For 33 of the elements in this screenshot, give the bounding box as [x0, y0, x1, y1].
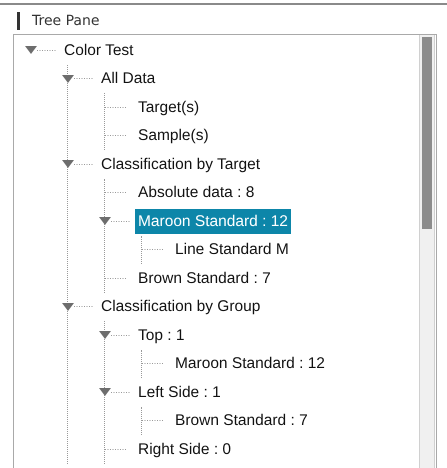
- tree-item[interactable]: Maroon Standard : 12: [172, 351, 328, 376]
- tree-item[interactable]: Brown Standard : 7: [172, 408, 311, 434]
- connector-line: [37, 48, 57, 52]
- connector-line: [74, 305, 94, 308]
- tree-item[interactable]: Brown Standard : 7: [135, 266, 274, 291]
- tree-item[interactable]: Absolute data : 8: [135, 180, 258, 206]
- expanded-arrow-icon[interactable]: [99, 387, 111, 398]
- expanded-arrow-icon[interactable]: [62, 302, 74, 312]
- header-marker: [17, 12, 20, 30]
- expanded-arrow-icon[interactable]: [25, 45, 37, 56]
- expanded-arrow-icon[interactable]: [99, 216, 111, 226]
- scrollbar-thumb[interactable]: [422, 37, 432, 229]
- tree-item[interactable]: All Data: [98, 66, 158, 92]
- connector-line: [111, 390, 131, 394]
- tree-item[interactable]: Left Side : 1: [135, 380, 224, 405]
- expanded-arrow-icon[interactable]: [62, 74, 74, 84]
- connector-line: [74, 77, 94, 80]
- tree-item[interactable]: Sample(s): [135, 123, 212, 148]
- connector-line: [111, 220, 131, 223]
- connector-line: [111, 334, 131, 337]
- pane-title: Tree Pane: [32, 13, 100, 29]
- expanded-arrow-icon[interactable]: [62, 159, 74, 170]
- tree-item[interactable]: Line Standard M: [172, 237, 292, 262]
- tree-item[interactable]: Classification by Group: [98, 294, 264, 320]
- tree-item[interactable]: Maroon Standard : 12: [135, 208, 291, 234]
- tree-item[interactable]: Top : 1: [135, 322, 188, 348]
- connector-line: [74, 162, 94, 166]
- tree-item[interactable]: Classification by Target: [98, 152, 264, 177]
- tree-item[interactable]: Color Test: [61, 38, 136, 63]
- tree-item[interactable]: Target(s): [135, 94, 202, 120]
- tree-item[interactable]: Right Side : 0: [135, 436, 234, 462]
- scrollbar[interactable]: [419, 35, 435, 468]
- expanded-arrow-icon[interactable]: [99, 330, 111, 340]
